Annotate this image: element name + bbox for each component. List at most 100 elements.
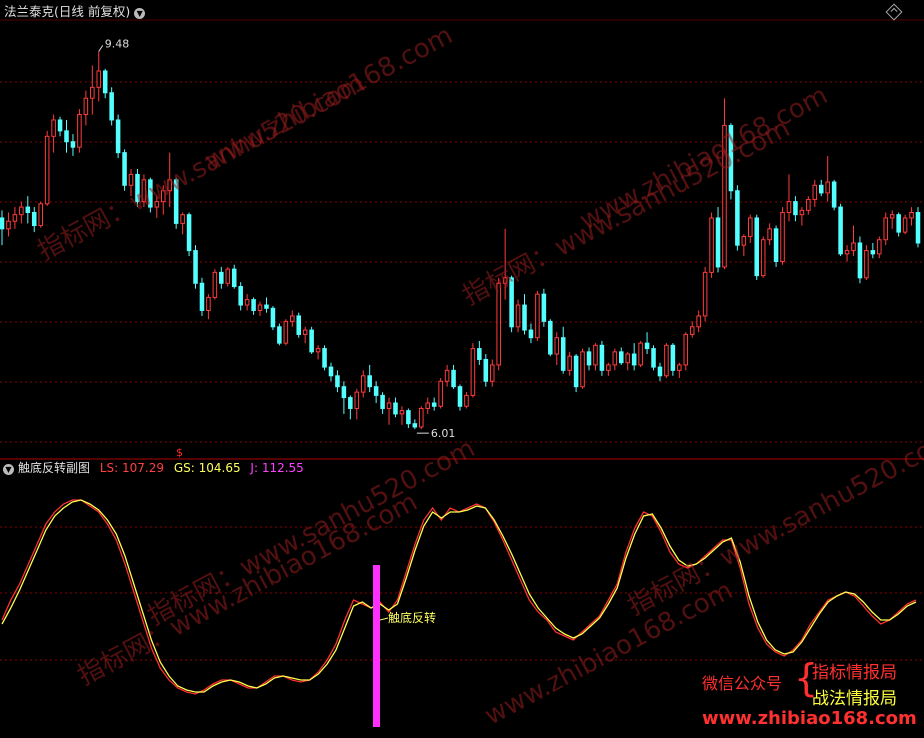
candle-body xyxy=(12,214,18,222)
candle-body xyxy=(406,410,411,425)
candle-body xyxy=(883,217,889,241)
candle xyxy=(128,168,134,197)
candle xyxy=(57,116,63,137)
candle-body xyxy=(825,181,830,194)
candle xyxy=(38,201,43,228)
candle xyxy=(109,87,114,126)
candle-body xyxy=(638,342,643,366)
candle-body xyxy=(644,342,650,350)
candle-body xyxy=(541,293,547,322)
candle xyxy=(683,332,689,371)
candle-body xyxy=(567,355,572,371)
candle xyxy=(451,364,456,389)
candle-body xyxy=(657,366,663,377)
candle xyxy=(122,149,127,191)
price-chart[interactable]: 9.48 6.01 $ 触底反转 xyxy=(0,0,924,734)
candle xyxy=(515,299,521,333)
candle xyxy=(322,345,327,371)
candle xyxy=(799,207,805,226)
candle xyxy=(354,388,360,420)
candle xyxy=(225,266,231,287)
candle xyxy=(528,323,534,344)
candle-body xyxy=(864,250,869,279)
candle-body xyxy=(748,217,753,237)
candle-body xyxy=(870,250,876,255)
candle-body xyxy=(877,239,882,255)
candle-body xyxy=(225,268,231,284)
candle-body xyxy=(909,212,914,219)
candle-body xyxy=(606,364,611,371)
candle xyxy=(64,119,69,153)
candle-body xyxy=(470,348,476,396)
candle-body xyxy=(302,329,308,335)
wechat-label: 微信公众号 xyxy=(702,674,783,693)
candle xyxy=(477,340,482,365)
candle-body xyxy=(160,190,166,203)
signal-bar xyxy=(373,565,380,727)
candle-body xyxy=(696,315,701,328)
candle xyxy=(754,214,760,280)
candle-body xyxy=(477,348,482,360)
candle-body xyxy=(315,348,321,353)
candle-body xyxy=(167,179,172,192)
candle-body xyxy=(625,353,630,364)
low-label: 6.01 xyxy=(431,427,456,440)
candle xyxy=(767,223,772,246)
candle-body xyxy=(244,299,250,306)
candle-body xyxy=(586,351,592,366)
candle-body xyxy=(219,271,224,284)
candle xyxy=(419,406,424,430)
high-pointer xyxy=(98,45,104,52)
candle xyxy=(748,214,753,243)
candle xyxy=(90,65,95,115)
candle-body xyxy=(83,97,89,116)
candle xyxy=(283,319,289,346)
candle-body xyxy=(535,293,540,339)
candle xyxy=(380,392,385,414)
candle xyxy=(464,392,469,409)
candle-body xyxy=(31,212,37,227)
candle-body xyxy=(96,70,102,88)
candle xyxy=(115,114,121,159)
candle-body xyxy=(367,375,372,388)
candle xyxy=(509,275,514,333)
candle xyxy=(199,277,205,316)
candle xyxy=(51,114,56,153)
candle-body xyxy=(180,214,185,224)
candle xyxy=(77,109,82,153)
candle-body xyxy=(838,206,843,255)
candle-body xyxy=(19,206,24,216)
candle xyxy=(102,68,108,99)
chart-stage[interactable]: 9.48 6.01 $ 触底反转 法兰泰克(日线 前复权) ▼ ▼ 触底反转副图 LS: … xyxy=(0,0,924,734)
candle xyxy=(83,90,89,126)
candle-body xyxy=(109,92,114,121)
candle xyxy=(773,225,779,267)
candle-body xyxy=(335,375,340,388)
candle xyxy=(902,214,908,235)
candle-body xyxy=(438,380,443,407)
candle-body xyxy=(612,351,618,366)
candle xyxy=(496,277,501,371)
candle xyxy=(560,326,566,374)
chart-title: 法兰泰克(日线 前复权) ▼ xyxy=(4,5,146,19)
candle-body xyxy=(264,304,269,309)
candle xyxy=(457,384,463,411)
ls-value: LS: 107.29 xyxy=(99,461,164,475)
chevron-down-icon[interactable]: ▼ xyxy=(3,464,14,475)
indicator-header: ▼ 触底反转副图 LS: 107.29 GS: 104.65 J: 112.55 xyxy=(3,461,304,475)
candle-body xyxy=(277,326,282,344)
candle xyxy=(715,207,721,273)
gs-value: GS: 104.65 xyxy=(173,461,241,475)
candle-body xyxy=(554,337,560,355)
candle-body xyxy=(760,239,766,277)
candle xyxy=(302,326,308,344)
candle-body xyxy=(360,375,366,393)
chevron-down-icon[interactable]: ▼ xyxy=(134,8,146,19)
candle xyxy=(599,340,605,376)
candle xyxy=(44,130,50,206)
candle-body xyxy=(231,268,237,288)
candle xyxy=(335,370,340,393)
candle-body xyxy=(689,326,695,335)
candle-body xyxy=(380,394,385,409)
candle xyxy=(780,207,785,265)
